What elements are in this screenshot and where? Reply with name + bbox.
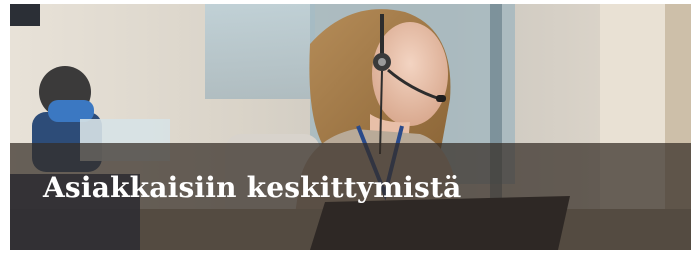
banner-title[interactable]: Asiakkaisiin keskittymistä: [43, 171, 461, 204]
caption-overlay: Asiakkaisiin keskittymistä: [10, 143, 691, 250]
hero-banner[interactable]: Asiakkaisiin keskittymistä: [10, 4, 691, 250]
